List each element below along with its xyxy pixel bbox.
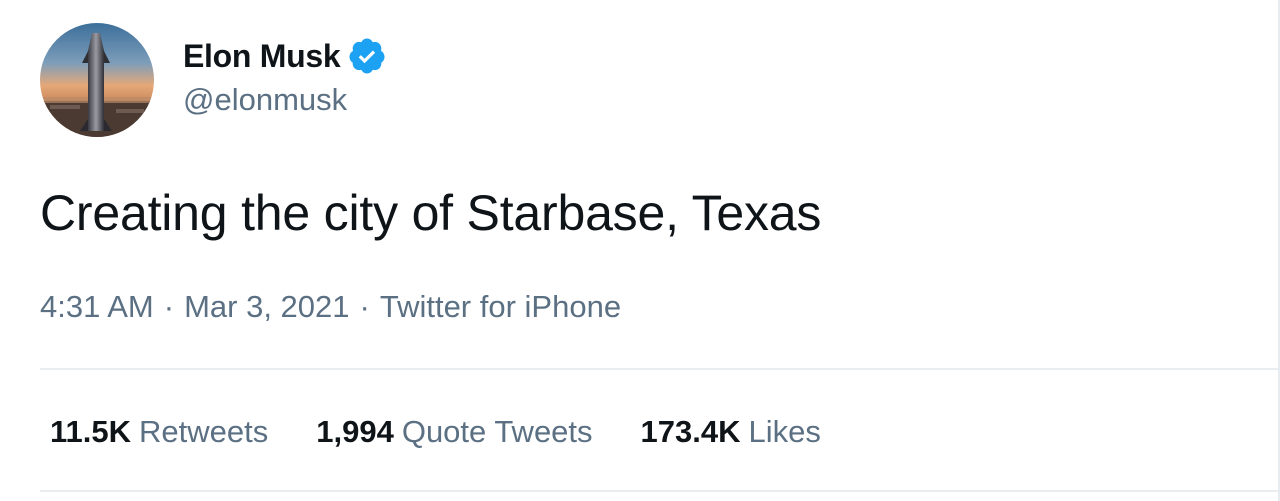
author-name-row: Elon Musk [183, 36, 387, 76]
author-handle[interactable]: @elonmusk [183, 82, 347, 118]
avatar[interactable] [40, 23, 154, 137]
likes-count: 173.4K [640, 414, 741, 449]
meta-separator: · [359, 289, 370, 324]
starship-avatar-icon [40, 23, 154, 137]
tweet-meta: 4:31 AM · Mar 3, 2021 · Twitter for iPhone [40, 289, 621, 325]
likes-stat[interactable]: 173.4K Likes [641, 414, 821, 450]
tweet-date[interactable]: Mar 3, 2021 [184, 289, 349, 324]
tweet-stats: 11.5K Retweets 1,994 Quote Tweets 173.4K Li… [50, 414, 869, 450]
retweets-count: 11.5K [50, 414, 132, 449]
likes-label: Likes [748, 414, 821, 449]
meta-separator: · [163, 289, 175, 324]
retweets-stat[interactable]: 11.5K Retweets [50, 414, 268, 450]
tweet-text: Creating the city of Starbase, Texas [40, 185, 822, 241]
divider [40, 490, 1278, 492]
tweet-time[interactable]: 4:31 AM [40, 289, 154, 324]
quote-tweets-label: Quote Tweets [401, 414, 593, 449]
tweet-source[interactable]: Twitter for iPhone [380, 289, 621, 324]
divider [40, 368, 1278, 370]
verified-badge-icon [349, 38, 385, 74]
quote-tweets-stat[interactable]: 1,994 Quote Tweets [316, 414, 592, 450]
quote-tweets-count: 1,994 [316, 414, 394, 449]
tweet-card: Elon Musk @elonmusk Creating the city of… [0, 0, 1280, 501]
author-display-name[interactable]: Elon Musk [183, 38, 341, 75]
retweets-label: Retweets [139, 414, 269, 449]
